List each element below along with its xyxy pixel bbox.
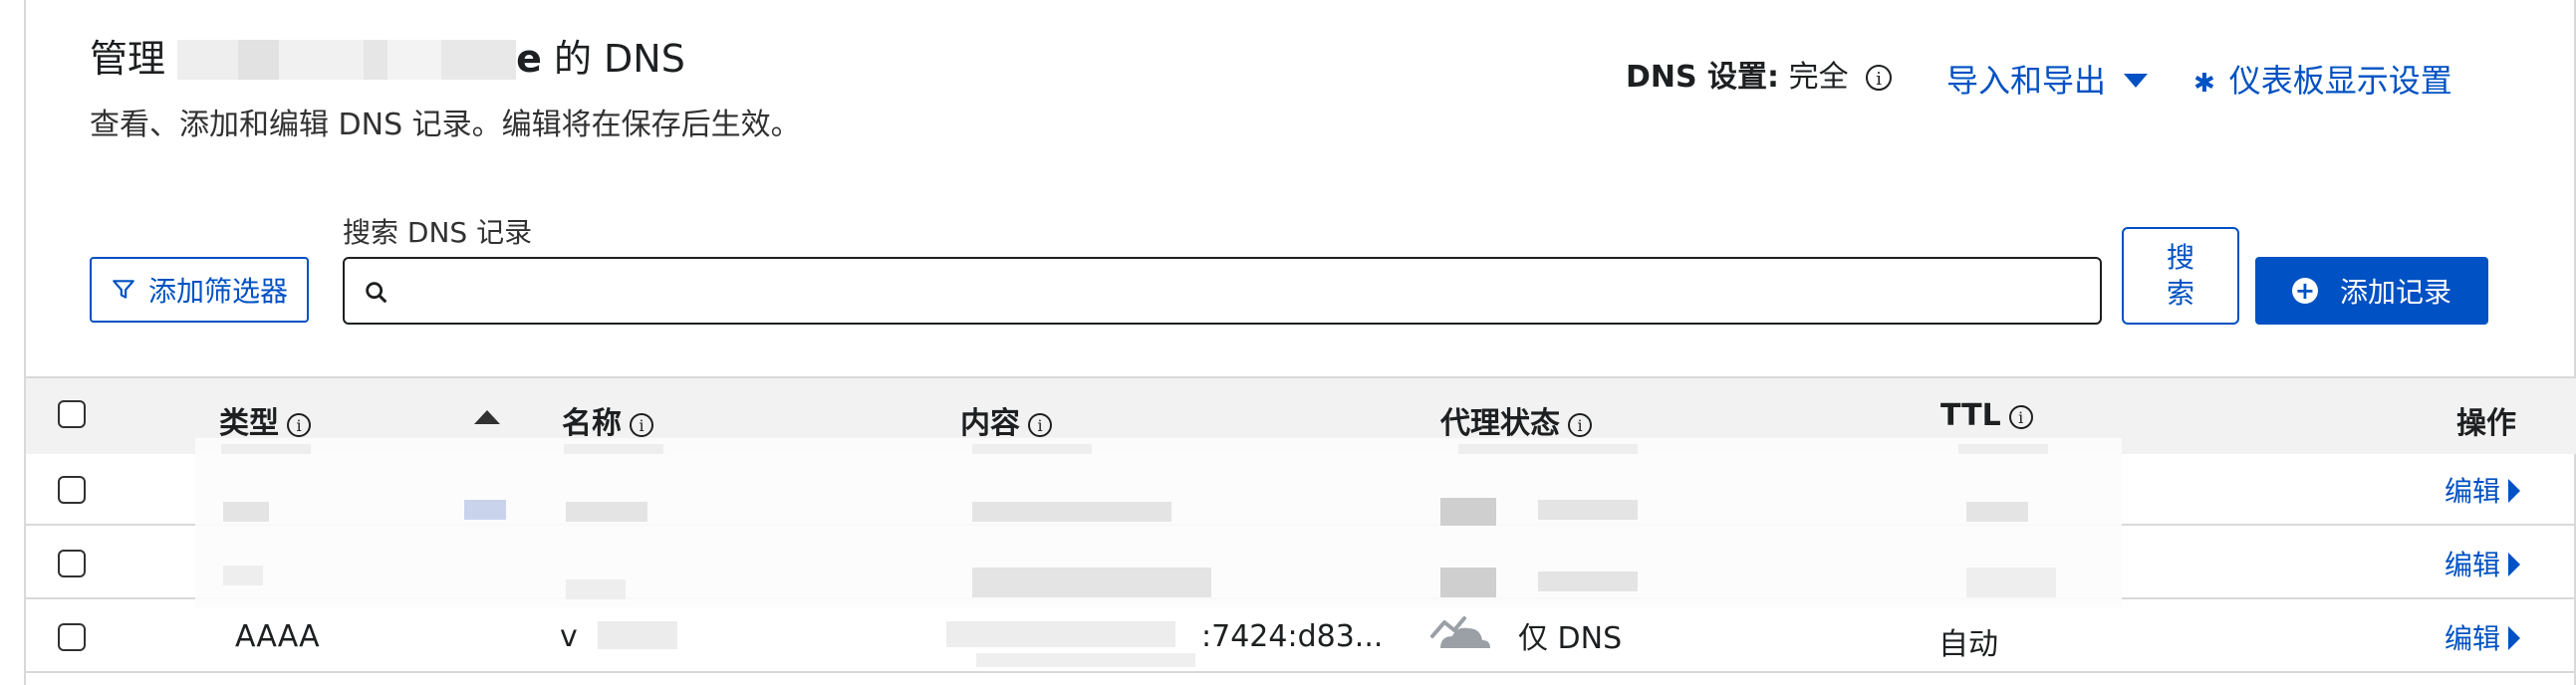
sort-ascending-icon[interactable] bbox=[474, 410, 500, 424]
caret-right-icon bbox=[2508, 479, 2521, 503]
col-proxy-status[interactable]: 代理状态 i bbox=[1440, 398, 1592, 442]
col-type-label: 类型 bbox=[219, 406, 279, 441]
search-button-line2: 索 bbox=[2166, 277, 2194, 310]
search-label: 搜索 DNS 记录 bbox=[343, 216, 533, 249]
edit-label: 编辑 bbox=[2445, 622, 2501, 655]
redacted-block bbox=[464, 500, 506, 520]
search-input[interactable] bbox=[343, 257, 2102, 325]
edit-button[interactable]: 编辑 bbox=[2445, 544, 2521, 583]
title-suffix: 的 DNS bbox=[541, 37, 685, 81]
proxy-status-label: 仅 DNS bbox=[1518, 621, 1623, 656]
cloud-dns-only-icon bbox=[1430, 616, 1490, 648]
add-filter-button[interactable]: 添加筛选器 bbox=[90, 257, 309, 323]
info-icon[interactable]: i bbox=[630, 413, 653, 437]
col-content[interactable]: 内容 i bbox=[960, 398, 1052, 442]
redacted-block bbox=[1538, 571, 1638, 591]
edit-button[interactable]: 编辑 bbox=[2445, 617, 2521, 657]
redacted-block bbox=[1538, 500, 1638, 520]
caret-right-icon bbox=[2508, 626, 2521, 650]
title-prefix: 管理 bbox=[90, 37, 166, 81]
redacted-block bbox=[1440, 568, 1496, 597]
dns-setting-value: 完全 bbox=[1788, 60, 1849, 95]
row-checkbox[interactable] bbox=[58, 623, 86, 651]
dashboard-display-settings-link[interactable]: ✱ 仪表板显示设置 bbox=[2193, 56, 2452, 102]
gear-icon: ✱ bbox=[2193, 69, 2215, 99]
caret-down-icon bbox=[2124, 74, 2149, 88]
col-actions: 操作 bbox=[2456, 406, 2516, 441]
redacted-block bbox=[972, 444, 1092, 454]
redacted-block bbox=[1958, 444, 2048, 454]
redacted-zone-name bbox=[177, 40, 517, 80]
search-icon bbox=[366, 282, 387, 304]
redacted-block bbox=[972, 568, 1211, 597]
info-icon[interactable]: i bbox=[1028, 413, 1052, 437]
caret-right-icon bbox=[2508, 553, 2521, 576]
redacted-block bbox=[566, 579, 626, 599]
title-suffix-bold: e bbox=[516, 37, 542, 81]
col-ttl-label: TTL bbox=[1940, 398, 2001, 433]
edit-label: 编辑 bbox=[2445, 475, 2501, 508]
search-button-line1: 搜 bbox=[2166, 241, 2194, 274]
redacted-block bbox=[566, 502, 647, 522]
import-export-dropdown[interactable]: 导入和导出 bbox=[1946, 56, 2149, 102]
redacted-block bbox=[1440, 498, 1496, 526]
page-subtitle: 查看、添加和编辑 DNS 记录。编辑将在保存后生效。 bbox=[90, 108, 801, 142]
info-icon[interactable]: i bbox=[1568, 413, 1592, 437]
cell-content: :7424:d83... bbox=[1201, 619, 1384, 654]
plus-circle-icon: + bbox=[2291, 278, 2318, 304]
add-record-button[interactable]: + 添加记录 bbox=[2255, 257, 2488, 325]
redacted-block bbox=[1458, 444, 1638, 454]
page-title: 管理 e 的 DNS bbox=[90, 28, 685, 83]
col-type[interactable]: 类型 i bbox=[219, 398, 311, 442]
redacted-block bbox=[1966, 568, 2056, 597]
cell-proxy-status: 仅 DNS bbox=[1430, 613, 1622, 657]
table-row[interactable]: AAAA v :7424:d83... 仅 DNS 自动 编辑 bbox=[26, 599, 2576, 673]
info-icon[interactable]: i bbox=[2008, 405, 2033, 429]
cell-type: AAAA bbox=[235, 619, 320, 654]
dns-setting-label: DNS 设置: bbox=[1626, 60, 1780, 95]
redacted-block bbox=[223, 502, 269, 522]
redacted-overlay bbox=[195, 438, 2122, 607]
col-name[interactable]: 名称 i bbox=[562, 398, 653, 442]
row-checkbox[interactable] bbox=[58, 476, 86, 504]
redacted-block bbox=[1966, 502, 2028, 522]
edit-button[interactable]: 编辑 bbox=[2445, 470, 2521, 510]
select-all-checkbox[interactable] bbox=[58, 400, 86, 428]
filter-icon bbox=[113, 280, 134, 299]
redacted-block bbox=[946, 621, 1175, 647]
cell-name: v bbox=[560, 619, 578, 654]
dashboard-settings-label: 仪表板显示设置 bbox=[2228, 62, 2452, 100]
dns-setting: DNS 设置: 完全 i bbox=[1626, 52, 1893, 96]
edit-label: 编辑 bbox=[2445, 549, 2501, 581]
add-filter-label: 添加筛选器 bbox=[147, 275, 288, 308]
col-ttl[interactable]: TTL i bbox=[1940, 398, 2033, 433]
redacted-block bbox=[221, 444, 311, 454]
search-button[interactable]: 搜 索 bbox=[2122, 227, 2239, 325]
add-record-label: 添加记录 bbox=[2339, 276, 2451, 309]
redacted-block bbox=[972, 502, 1171, 522]
redacted-block bbox=[564, 444, 663, 454]
redacted-block bbox=[598, 621, 677, 649]
info-icon[interactable]: i bbox=[1866, 65, 1893, 91]
info-icon[interactable]: i bbox=[287, 413, 311, 437]
redacted-block bbox=[223, 566, 263, 585]
redacted-block bbox=[976, 653, 1195, 667]
row-checkbox[interactable] bbox=[58, 550, 86, 577]
col-name-label: 名称 bbox=[562, 406, 622, 441]
import-export-label: 导入和导出 bbox=[1946, 62, 2107, 100]
col-proxy-label: 代理状态 bbox=[1440, 406, 1560, 441]
cell-ttl: 自动 bbox=[1938, 627, 1998, 662]
col-content-label: 内容 bbox=[960, 406, 1020, 441]
